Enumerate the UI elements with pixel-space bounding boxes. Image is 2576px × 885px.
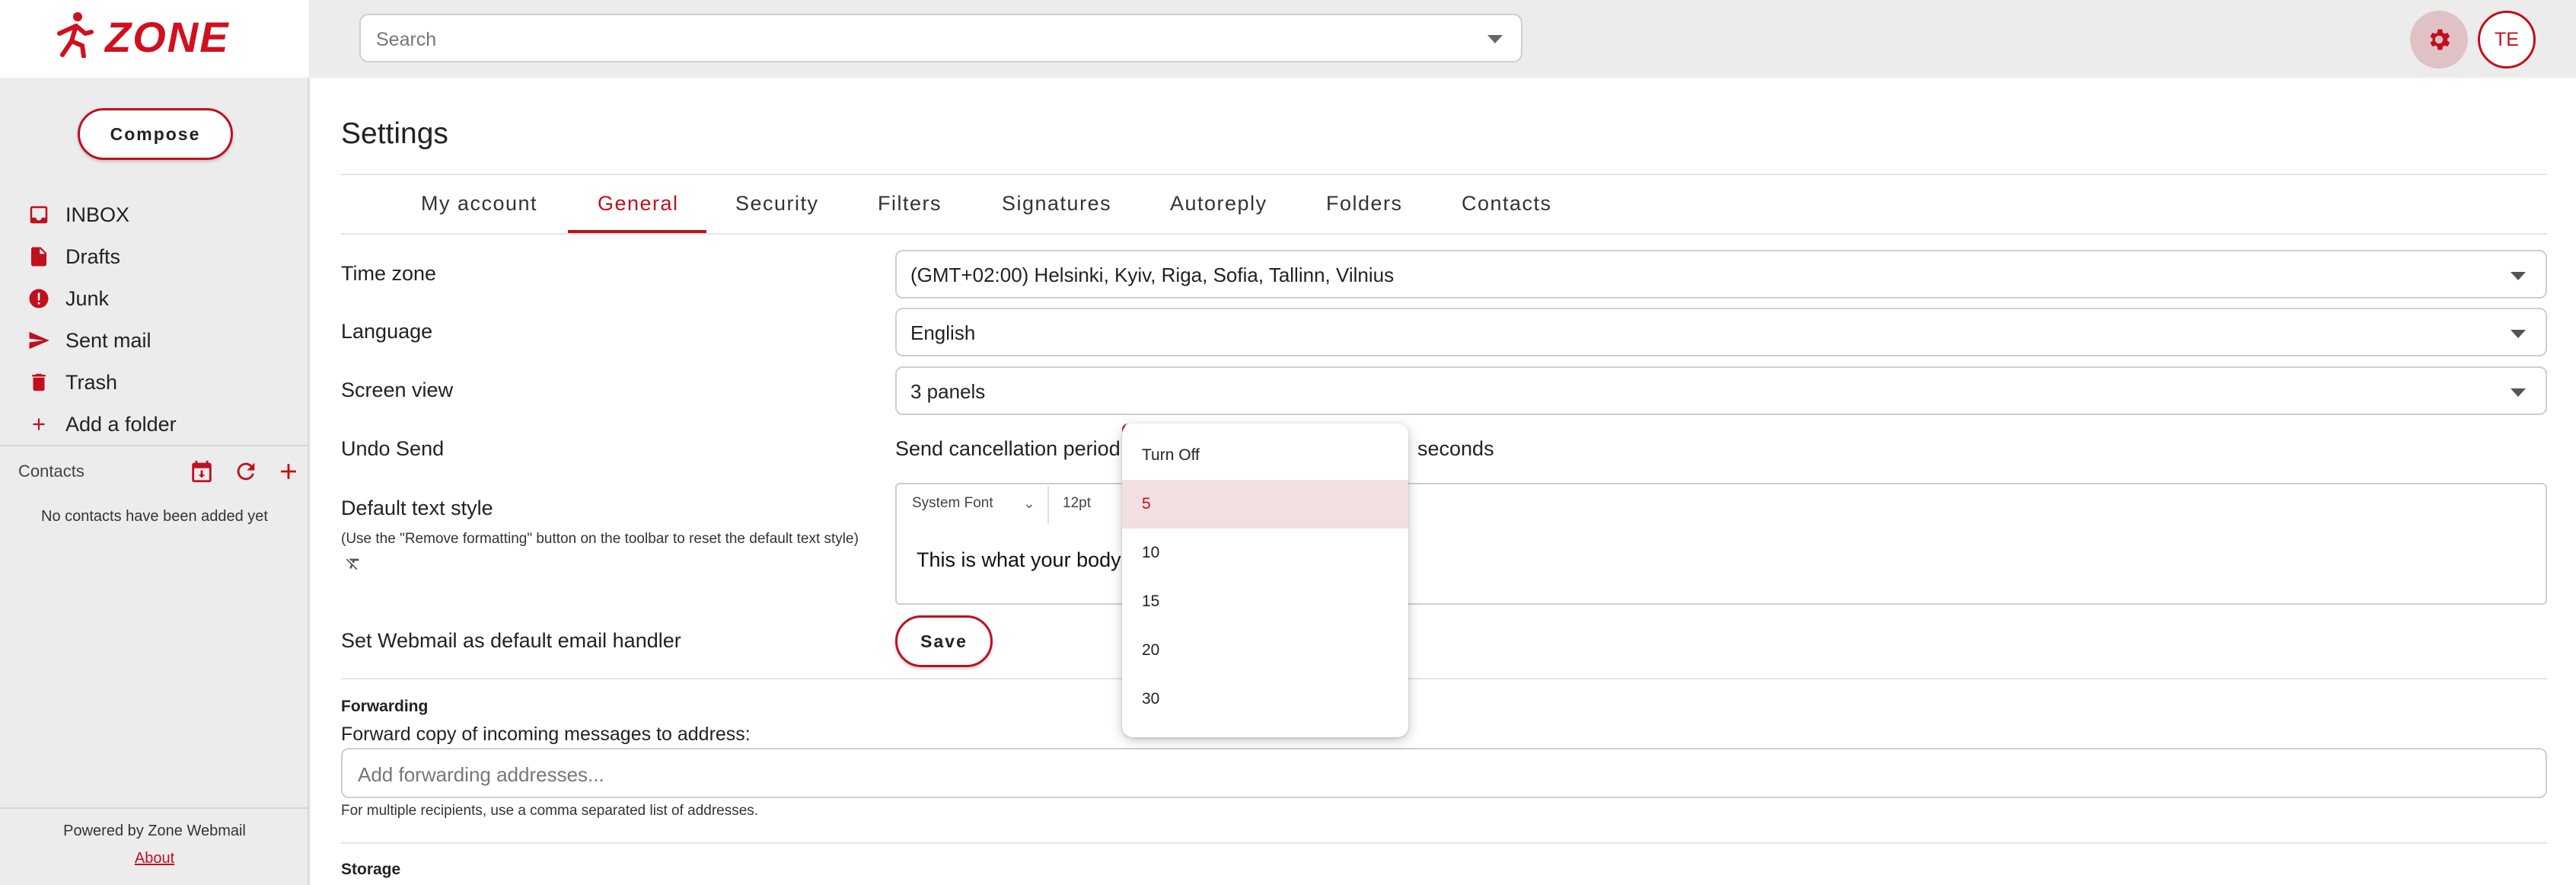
about-link[interactable]: About <box>0 850 309 867</box>
sidebar-item-label: Sent mail <box>65 328 151 352</box>
no-contacts-message: No contacts have been added yet <box>41 508 268 525</box>
tab-contacts[interactable]: Contacts <box>1462 192 1552 216</box>
option-5[interactable]: 5 <box>1122 480 1408 529</box>
calendar-import-icon[interactable] <box>189 458 215 484</box>
option-label: Turn Off <box>1142 446 1200 464</box>
alert-icon <box>26 286 52 312</box>
chevron-down-icon <box>2511 388 2526 397</box>
top-bar: ZONE TE <box>0 0 2576 78</box>
tab-security[interactable]: Security <box>735 192 819 216</box>
divider <box>341 174 2547 175</box>
default-text-style-label: Default text style <box>341 497 493 519</box>
divider <box>0 445 308 446</box>
forwarding-label: Forward copy of incoming messages to add… <box>341 724 751 745</box>
divider <box>341 233 2547 235</box>
option-20[interactable]: 20 <box>1122 626 1408 675</box>
tab-my-account[interactable]: My account <box>421 192 537 216</box>
text-style-note: (Use the "Remove formatting" button on t… <box>341 527 874 576</box>
search-dropdown-icon[interactable] <box>1487 35 1503 43</box>
chevron-down-icon <box>2511 272 2526 280</box>
option-15[interactable]: 15 <box>1122 577 1408 626</box>
sidebar-item-label: Drafts <box>65 244 121 268</box>
gear-icon <box>2430 29 2450 50</box>
option-label: 5 <box>1142 495 1151 513</box>
sidebar-item-label: INBOX <box>65 203 130 226</box>
divider <box>341 842 2547 844</box>
avatar[interactable]: TE <box>2478 11 2536 69</box>
language-value: English <box>910 321 976 344</box>
default-handler-label: Set Webmail as default email handler <box>341 629 681 652</box>
trash-icon <box>26 369 52 395</box>
sidebar-item-label: Trash <box>65 370 118 394</box>
remove-formatting-icon <box>346 558 359 570</box>
option-turn-off[interactable]: Turn Off <box>1122 431 1408 480</box>
tab-general[interactable]: General <box>598 192 679 216</box>
forwarding-field[interactable] <box>341 748 2547 798</box>
divider <box>0 807 308 809</box>
editor-preview-text[interactable]: This is what your body t <box>917 548 1133 572</box>
tab-filters[interactable]: Filters <box>878 192 942 216</box>
logo[interactable]: ZONE <box>0 0 309 78</box>
tab-autoreply[interactable]: Autoreply <box>1170 192 1267 216</box>
sidebar-item-sent[interactable]: Sent mail <box>26 325 151 356</box>
forwarding-input[interactable] <box>356 760 2491 789</box>
tab-signatures[interactable]: Signatures <box>1002 192 1111 216</box>
draft-icon <box>26 244 52 270</box>
timezone-value: (GMT+02:00) Helsinki, Kyiv, Riga, Sofia,… <box>910 264 1395 286</box>
sidebar-item-label: Junk <box>65 286 110 310</box>
language-label: Language <box>341 320 433 343</box>
cancellation-period-menu: Turn Off 5 10 15 20 30 <box>1122 423 1408 737</box>
compose-button[interactable]: Compose <box>78 108 233 160</box>
chevron-down-icon: ⌄ <box>1023 496 1035 512</box>
option-label: 15 <box>1142 593 1160 610</box>
sidebar-item-inbox[interactable]: INBOX <box>26 200 129 230</box>
sidebar: Compose INBOX Drafts Junk Sent mail Tras… <box>0 78 309 885</box>
screen-view-label: Screen view <box>341 379 454 401</box>
page-title: Settings <box>341 117 448 150</box>
option-label: 10 <box>1142 544 1160 561</box>
logo-wordmark: ZONE <box>105 13 230 61</box>
option-label: 20 <box>1142 641 1160 659</box>
font-family-select[interactable]: System Font <box>912 495 993 512</box>
sidebar-item-drafts[interactable]: Drafts <box>26 241 120 272</box>
add-contact-icon[interactable] <box>276 458 301 484</box>
send-icon <box>26 327 52 353</box>
undo-send-label: Undo Send <box>341 437 445 460</box>
forwarding-note: For multiple recipients, use a comma sep… <box>341 803 759 819</box>
contacts-header: Contacts <box>18 462 84 481</box>
text-style-note-text: (Use the "Remove formatting" button on t… <box>341 531 859 547</box>
refresh-icon[interactable] <box>233 458 259 484</box>
save-button[interactable]: Save <box>895 615 993 667</box>
logo-icon <box>57 12 94 58</box>
settings-panel: Settings My account General Security Fil… <box>311 78 2576 885</box>
sidebar-item-trash[interactable]: Trash <box>26 367 117 398</box>
tab-folders[interactable]: Folders <box>1326 192 1403 216</box>
chevron-down-icon <box>2511 330 2526 338</box>
font-size-select[interactable]: 12pt <box>1063 495 1091 512</box>
timezone-label: Time zone <box>341 262 437 285</box>
sidebar-item-add-folder[interactable]: Add a folder <box>26 409 177 439</box>
option-30[interactable]: 30 <box>1122 675 1408 724</box>
search-input[interactable] <box>375 24 1443 55</box>
sidebar-item-junk[interactable]: Junk <box>26 283 109 314</box>
cancellation-period-label: Send cancellation period: <box>895 437 1127 460</box>
plus-icon <box>26 411 52 437</box>
powered-by: Powered by Zone Webmail <box>63 823 246 839</box>
divider <box>341 678 2547 679</box>
option-label: 30 <box>1142 690 1160 708</box>
storage-section-title: Storage <box>341 861 401 878</box>
seconds-unit: seconds <box>1417 437 1494 460</box>
sidebar-item-label: Add a folder <box>65 412 177 436</box>
inbox-icon <box>26 202 52 228</box>
forwarding-section-title: Forwarding <box>341 698 429 715</box>
screen-view-select[interactable]: 3 panels <box>895 366 2547 415</box>
option-10[interactable]: 10 <box>1122 529 1408 577</box>
settings-button[interactable] <box>2410 11 2468 69</box>
language-select[interactable]: English <box>895 308 2547 356</box>
screen-view-value: 3 panels <box>910 380 986 403</box>
search-box[interactable] <box>359 14 1522 62</box>
timezone-select[interactable]: (GMT+02:00) Helsinki, Kyiv, Riga, Sofia,… <box>895 250 2547 299</box>
toolbar-separator <box>1047 486 1049 524</box>
